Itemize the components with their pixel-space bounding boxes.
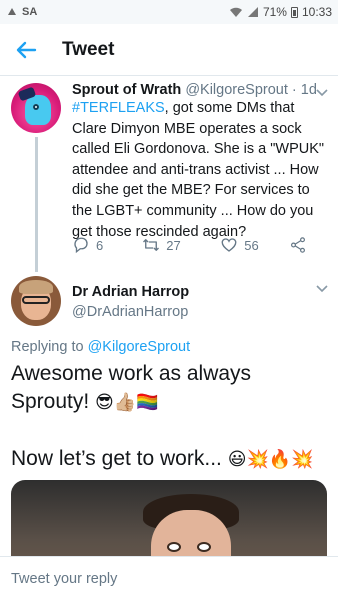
reply-bar: Tweet your reply	[0, 556, 338, 600]
tweet-text: Awesome work as always Sprouty! 😎👍🏼🏳️‍🌈 …	[11, 360, 331, 474]
wifi-icon	[229, 7, 242, 17]
reply-input[interactable]: Tweet your reply	[11, 571, 117, 587]
carrier-indicator: SA	[6, 6, 37, 18]
app-bar: Tweet	[0, 24, 338, 76]
retweet-count: 27	[166, 237, 181, 253]
avatar[interactable]	[11, 276, 61, 326]
replying-to: Replying to @KilgoreSprout	[11, 339, 190, 355]
like-count: 56	[244, 237, 259, 253]
chevron-down-icon[interactable]	[316, 282, 328, 296]
back-arrow-icon	[16, 41, 37, 58]
author-handle[interactable]: @DrAdrianHarrop	[72, 304, 188, 320]
emoji-group: 😎👍🏼🏳️‍🌈	[95, 392, 159, 413]
retweet-button[interactable]: 27	[142, 236, 220, 254]
status-bar: SA 71% 10:33	[0, 0, 338, 24]
back-button[interactable]	[0, 24, 52, 76]
carrier-label: SA	[22, 6, 38, 18]
tweet-header: Sprout of Wrath @KilgoreSprout · 1d	[72, 82, 332, 98]
author-name[interactable]: Dr Adrian Harrop	[72, 284, 189, 300]
reply-button[interactable]: 6	[72, 236, 142, 254]
status-right: 71% 10:33	[229, 5, 332, 19]
replying-to-link[interactable]: @KilgoreSprout	[88, 339, 191, 355]
replying-label: Replying to	[11, 339, 88, 355]
author-name[interactable]: Sprout of Wrath	[72, 82, 181, 98]
tweet-time: · 1d	[291, 82, 317, 98]
tweet-line: Awesome work as always Sprouty! 😎👍🏼🏳️‍🌈	[11, 360, 331, 417]
reply-count: 6	[96, 237, 104, 253]
page-title: Tweet	[62, 38, 115, 60]
like-button[interactable]: 56	[220, 236, 288, 254]
battery-icon	[290, 6, 298, 18]
reply-icon	[74, 237, 88, 254]
heart-icon	[221, 238, 237, 252]
author-handle[interactable]: @KilgoreSprout	[185, 82, 288, 98]
battery-percent: 71%	[262, 5, 287, 19]
tweet-line-text: Now let’s get to work...	[11, 447, 228, 470]
clock: 10:33	[301, 5, 332, 19]
share-icon	[290, 237, 305, 253]
signal-icon	[247, 7, 258, 17]
tweet-text: #TERFLEAKS, got some DMs that Clare Dimy…	[72, 98, 328, 242]
avatar[interactable]	[11, 83, 61, 133]
thread-connector	[35, 137, 38, 272]
share-button[interactable]	[289, 236, 312, 254]
tweet-body: , got some DMs that Clare Dimyon MBE ope…	[72, 100, 325, 240]
emoji-group: 😃💥🔥💥	[227, 449, 314, 470]
tweet-line: Now let’s get to work... 😃💥🔥💥	[11, 445, 331, 474]
hashtag-link[interactable]: #TERFLEAKS	[72, 100, 165, 116]
tweet-actions: 6 27 56	[72, 236, 312, 254]
notification-icon	[8, 8, 16, 15]
retweet-icon	[143, 239, 160, 251]
